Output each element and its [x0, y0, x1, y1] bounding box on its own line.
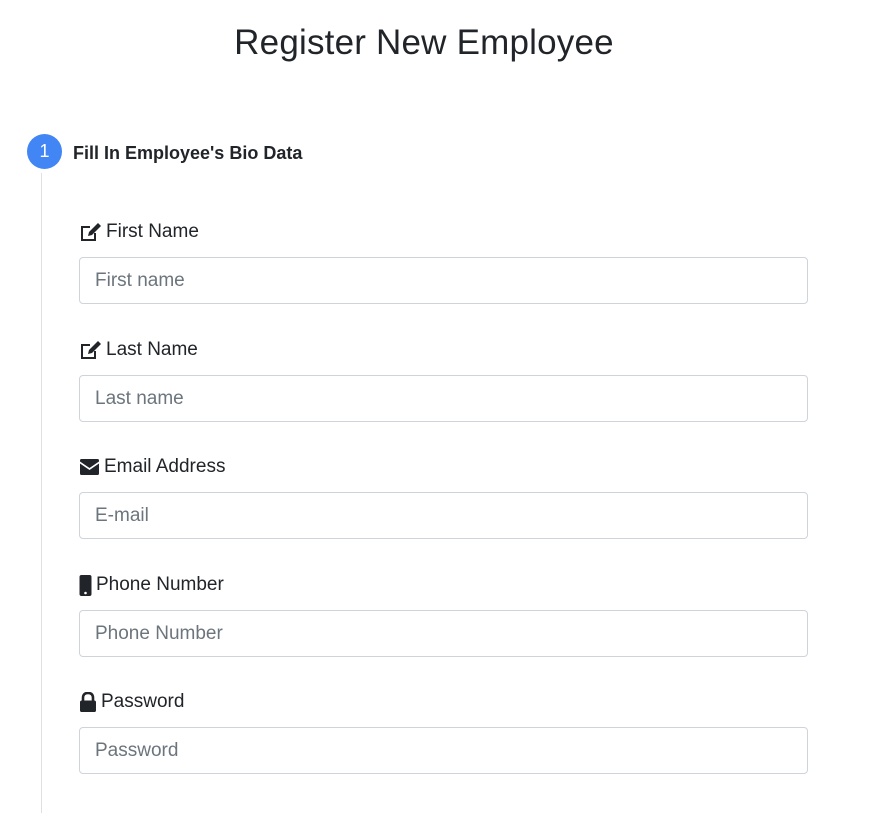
page-title: Register New Employee [234, 23, 614, 62]
first-name-label: First Name [79, 220, 199, 244]
edit-icon [79, 222, 102, 242]
last-name-label: Last Name [79, 338, 198, 362]
step-number-badge: 1 [27, 134, 62, 169]
phone-number-label-text: Phone Number [96, 574, 224, 595]
first-name-label-text: First Name [106, 221, 199, 242]
phone-number-input[interactable] [79, 610, 808, 657]
last-name-label-text: Last Name [106, 339, 198, 360]
email-address-label-text: Email Address [104, 456, 226, 477]
password-label-text: Password [101, 691, 185, 712]
edit-icon [79, 340, 102, 360]
first-name-input[interactable] [79, 257, 808, 304]
password-label: Password [79, 690, 184, 714]
email-address-label: Email Address [79, 455, 225, 479]
lock-icon [79, 692, 97, 712]
email-input[interactable] [79, 492, 808, 539]
step-connector-line [41, 173, 42, 813]
envelope-icon [79, 459, 100, 475]
last-name-input[interactable] [79, 375, 808, 422]
password-input[interactable] [79, 727, 808, 774]
mobile-phone-icon [79, 574, 92, 596]
step-title: Fill In Employee's Bio Data [73, 143, 303, 163]
phone-number-label: Phone Number [79, 573, 224, 597]
